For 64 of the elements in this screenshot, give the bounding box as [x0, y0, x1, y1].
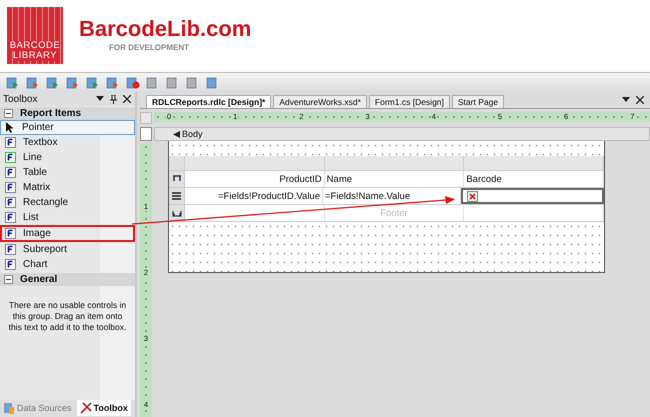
document-tab[interactable]: RDLCReports.rdlc [Design]*	[146, 95, 272, 108]
table-cell[interactable]	[461, 188, 604, 204]
table-corner-handle[interactable]	[169, 156, 185, 170]
panel-title: Toolbox	[3, 94, 38, 104]
logo-badge: BARCODE LIBRARY	[7, 7, 63, 64]
toolbar-tool-icon[interactable]	[66, 76, 80, 90]
pointer-icon	[5, 122, 15, 133]
report-table[interactable]: ProductID Name Barcode =Fields!ProductID.Value =Fields!Name.Value Footer	[169, 156, 604, 222]
toolbox-item[interactable]: Pointer	[0, 120, 135, 135]
table-cell[interactable]: Name	[324, 171, 464, 187]
group-header[interactable]: Report Items	[0, 107, 135, 120]
toolbox-item[interactable]: List	[0, 210, 135, 225]
toolbox-item[interactable]: Matrix	[0, 180, 135, 195]
toolbar-tool-icon[interactable]	[46, 76, 60, 90]
broken-image-icon	[467, 190, 478, 202]
toolbar-tool-icon[interactable]	[86, 76, 100, 90]
tools-icon	[80, 402, 92, 414]
toolbox-item[interactable]: Rectangle	[0, 195, 135, 210]
database-icon	[3, 402, 15, 414]
field-icon	[5, 244, 16, 255]
table-cell[interactable]: Barcode	[464, 171, 604, 187]
toolbox-item[interactable]: Line	[0, 150, 135, 165]
field-icon	[5, 182, 16, 193]
detail-row-icon	[172, 192, 181, 200]
footer-placeholder: Footer	[324, 205, 464, 221]
close-icon[interactable]	[123, 95, 131, 103]
field-icon	[5, 197, 16, 208]
field-icon	[5, 212, 16, 223]
table-cell[interactable]: =Fields!ProductID.Value	[185, 188, 323, 204]
toolbar-tool-icon[interactable]	[26, 76, 40, 90]
pin-icon[interactable]	[110, 94, 117, 104]
field-icon	[5, 137, 16, 148]
toolbox-item[interactable]: Image	[0, 225, 135, 242]
collapse-icon[interactable]	[4, 275, 13, 284]
toolbox-item[interactable]: Textbox	[0, 135, 135, 150]
toolbox-item[interactable]: Subreport	[0, 242, 135, 257]
document-tab[interactable]: Form1.cs [Design]	[368, 95, 450, 108]
brand-name: BarcodeLib.com	[79, 17, 252, 41]
toolbox-item[interactable]: Chart	[0, 257, 135, 272]
field-icon	[5, 167, 16, 178]
tagline: FOR DEVELOPMENT	[109, 43, 190, 52]
ruler-corner	[140, 112, 152, 124]
toolbar-tool-icon[interactable]	[106, 76, 120, 90]
document-tab[interactable]: Start Page	[452, 95, 504, 108]
field-icon	[5, 228, 16, 239]
field-icon	[5, 152, 16, 163]
toolbar-tool-icon[interactable]	[6, 76, 20, 90]
table-cell[interactable]: ProductID	[185, 171, 325, 187]
caret-icon	[173, 130, 180, 138]
record-icon[interactable]	[126, 76, 140, 90]
empty-group-message: There are no usable controls in this group. Drag an item onto this text to add it to the toolbox.	[8, 299, 128, 333]
toolbox-item[interactable]: Table	[0, 165, 135, 180]
header-row-icon	[172, 175, 182, 183]
close-icon[interactable]	[636, 96, 644, 104]
dropdown-icon[interactable]	[622, 97, 630, 103]
footer-row-icon	[172, 209, 182, 217]
group-header[interactable]: General	[0, 273, 135, 286]
dropdown-icon[interactable]	[96, 96, 104, 102]
document-tab[interactable]: AdventureWorks.xsd*	[273, 95, 367, 108]
field-icon	[5, 259, 16, 270]
select-all-box[interactable]	[140, 127, 152, 141]
section-bar[interactable]: Body	[154, 127, 650, 141]
collapse-icon[interactable]	[4, 109, 13, 118]
panel-tab[interactable]: Toolbox	[76, 400, 131, 416]
